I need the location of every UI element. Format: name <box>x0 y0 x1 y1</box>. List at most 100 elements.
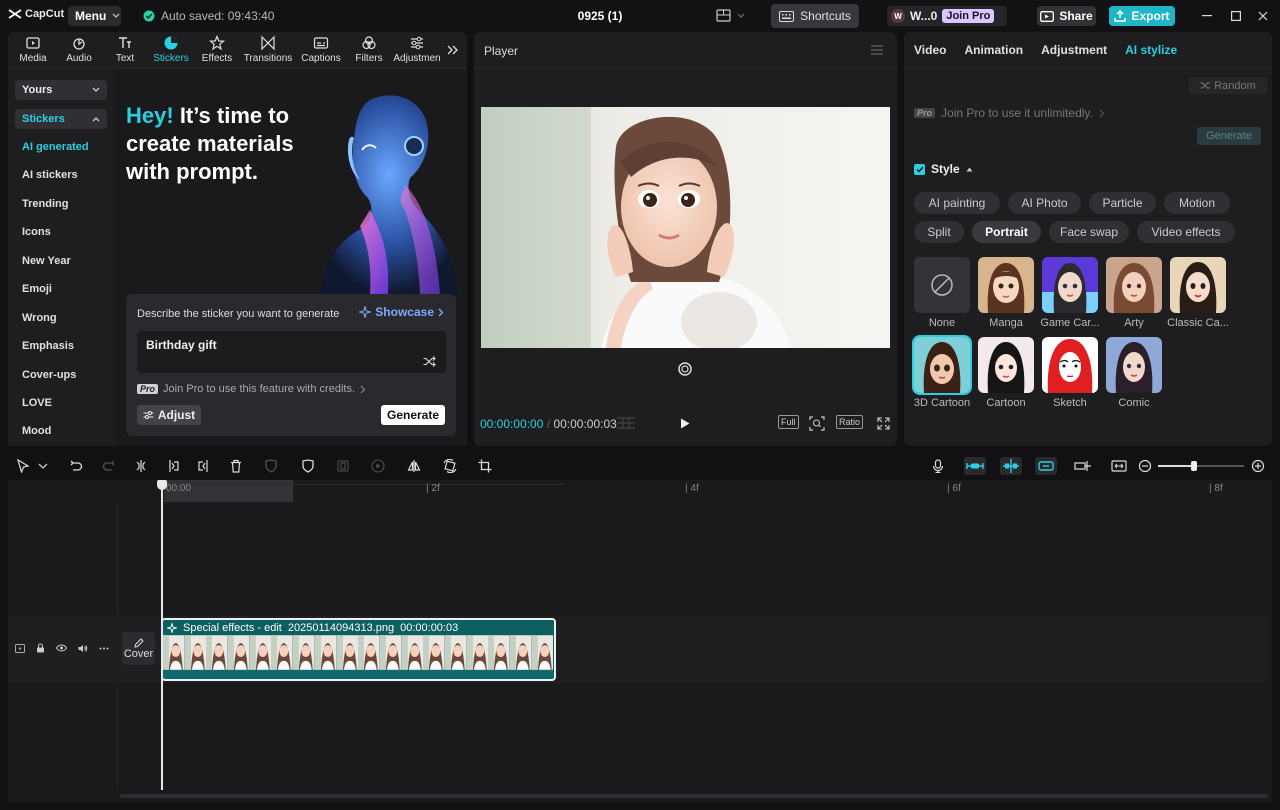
tab-video[interactable]: Video <box>905 43 955 57</box>
sidebar-item-emphasis[interactable]: Emphasis <box>22 340 74 352</box>
chip-motion[interactable]: Motion <box>1164 192 1230 214</box>
shortcuts-button[interactable]: Shortcuts <box>771 4 859 28</box>
sidebar-item-emoji[interactable]: Emoji <box>22 283 52 295</box>
style-game-cartoon[interactable] <box>1042 257 1098 313</box>
generate-button[interactable]: Generate <box>381 405 445 425</box>
zoom-in-icon[interactable] <box>1251 459 1265 473</box>
tab-text[interactable]: Text <box>102 32 148 67</box>
style-none[interactable] <box>914 257 970 313</box>
share-button[interactable]: Share <box>1037 6 1096 26</box>
redo-icon[interactable] <box>102 459 116 473</box>
tab-ai-stylize[interactable]: AI stylize <box>1116 43 1186 57</box>
ratio-button[interactable]: Ratio <box>836 415 864 429</box>
menu-button[interactable]: Menu <box>68 6 121 26</box>
playhead-handle[interactable] <box>157 480 167 490</box>
project-title[interactable]: 0925 (1) <box>560 9 640 23</box>
tab-adjustment[interactable]: Adjustmen <box>392 32 442 67</box>
full-button[interactable]: Full <box>778 415 799 429</box>
chip-ai-painting[interactable]: AI painting <box>914 192 1000 214</box>
sidebar-item-wrong[interactable]: Wrong <box>22 312 57 324</box>
export-button[interactable]: Export <box>1109 6 1175 26</box>
playhead[interactable] <box>157 480 167 790</box>
timeline-ruler[interactable]: 00:00 | 2f | 4f | 6f | 8f <box>8 480 1272 502</box>
chip-split[interactable]: Split <box>914 221 964 243</box>
tab-stickers[interactable]: Stickers <box>148 32 194 67</box>
mask-icon[interactable] <box>264 459 278 473</box>
tab-media[interactable]: Media <box>10 32 56 67</box>
mirror-icon[interactable] <box>407 459 421 473</box>
style-manga[interactable] <box>978 257 1034 313</box>
close-button[interactable] <box>1255 8 1271 24</box>
chip-face-swap[interactable]: Face swap <box>1049 221 1129 243</box>
freeze-frame-icon[interactable] <box>336 459 350 473</box>
showcase-link[interactable]: Showcase <box>359 305 444 319</box>
tab-filters[interactable]: Filters <box>346 32 392 67</box>
eye-icon[interactable] <box>56 644 67 652</box>
split-icon[interactable] <box>134 459 148 473</box>
tab-adjustment[interactable]: Adjustment <box>1032 43 1116 57</box>
sidebar-item-cover-ups[interactable]: Cover-ups <box>22 369 76 381</box>
preview-axis-icon[interactable] <box>1074 459 1092 473</box>
random-button[interactable]: Random <box>1189 77 1267 94</box>
adjust-button[interactable]: Adjust <box>137 405 201 425</box>
select-cursor-icon[interactable] <box>16 459 30 473</box>
sidebar-item-icons[interactable]: Icons <box>22 226 51 238</box>
shield-icon[interactable] <box>301 459 315 473</box>
zoom-fit-icon[interactable] <box>809 416 825 431</box>
fit-timeline-icon[interactable] <box>1111 459 1127 473</box>
join-pro-button[interactable]: Join Pro <box>942 9 995 23</box>
sidebar-item-love[interactable]: LOVE <box>22 397 52 409</box>
microphone-icon[interactable] <box>931 459 945 473</box>
pro-credits-note[interactable]: Pro Join Pro to use this feature with cr… <box>137 383 366 395</box>
tab-animation[interactable]: Animation <box>955 43 1032 57</box>
minimize-button[interactable] <box>1199 8 1215 24</box>
chevron-down-icon[interactable] <box>36 459 50 473</box>
chip-particle[interactable]: Particle <box>1089 192 1156 214</box>
tab-captions[interactable]: Captions <box>296 32 346 67</box>
user-account[interactable]: W W...0 Join Pro <box>887 6 1007 26</box>
split-right-icon[interactable] <box>197 459 211 473</box>
crop-icon[interactable] <box>478 459 492 473</box>
maximize-button[interactable] <box>1228 8 1244 24</box>
chip-portrait[interactable]: Portrait <box>972 221 1041 243</box>
rotate-icon[interactable] <box>678 362 692 376</box>
fullscreen-icon[interactable] <box>877 417 890 430</box>
tab-audio[interactable]: Audio <box>56 32 102 67</box>
tab-transitions[interactable]: Transitions <box>240 32 296 67</box>
style-classic-cartoon[interactable] <box>1170 257 1226 313</box>
volume-icon[interactable] <box>78 644 88 653</box>
auto-snap-button[interactable] <box>1000 457 1022 475</box>
linkage-button[interactable] <box>1035 457 1057 475</box>
style-arty[interactable] <box>1106 257 1162 313</box>
style-checkbox[interactable] <box>914 163 925 175</box>
sidebar-item-trending[interactable]: Trending <box>22 198 68 210</box>
reverse-play-icon[interactable] <box>371 459 385 473</box>
tab-effects[interactable]: Effects <box>194 32 240 67</box>
main-track-magnet-button[interactable] <box>964 457 986 475</box>
layout-button[interactable] <box>716 9 745 22</box>
video-clip[interactable]: Special effects - edit 20250114094313.pn… <box>161 618 556 681</box>
style-comic[interactable] <box>1106 337 1162 393</box>
more-tabs-button[interactable] <box>442 32 462 67</box>
stickers-dropdown[interactable]: Stickers <box>15 109 107 129</box>
hamburger-menu-icon[interactable] <box>871 45 883 55</box>
timeline-scrollbar[interactable] <box>120 794 1268 798</box>
split-left-icon[interactable] <box>166 459 180 473</box>
chip-ai-photo[interactable]: AI Photo <box>1008 192 1081 214</box>
style-cartoon[interactable] <box>978 337 1034 393</box>
style-sketch[interactable] <box>1042 337 1098 393</box>
prompt-input[interactable]: Birthday gift <box>137 331 446 373</box>
pro-unlimited-note[interactable]: Pro Join Pro to use it unlimitedly. <box>914 106 1105 120</box>
delete-icon[interactable] <box>229 459 243 473</box>
generate-button-disabled[interactable]: Generate <box>1197 127 1261 145</box>
zoom-slider[interactable] <box>1158 461 1244 471</box>
rotate-clip-icon[interactable] <box>443 459 457 473</box>
sidebar-item-ai-stickers[interactable]: AI stickers <box>22 169 78 181</box>
sidebar-item-ai-generated[interactable]: AI generated <box>22 141 89 153</box>
video-preview[interactable] <box>481 107 890 348</box>
zoom-slider-handle[interactable] <box>1191 461 1197 471</box>
yours-dropdown[interactable]: Yours <box>15 80 107 100</box>
lock-icon[interactable] <box>36 643 45 653</box>
timeline-grid-icon[interactable] <box>616 416 636 430</box>
undo-icon[interactable] <box>69 459 83 473</box>
